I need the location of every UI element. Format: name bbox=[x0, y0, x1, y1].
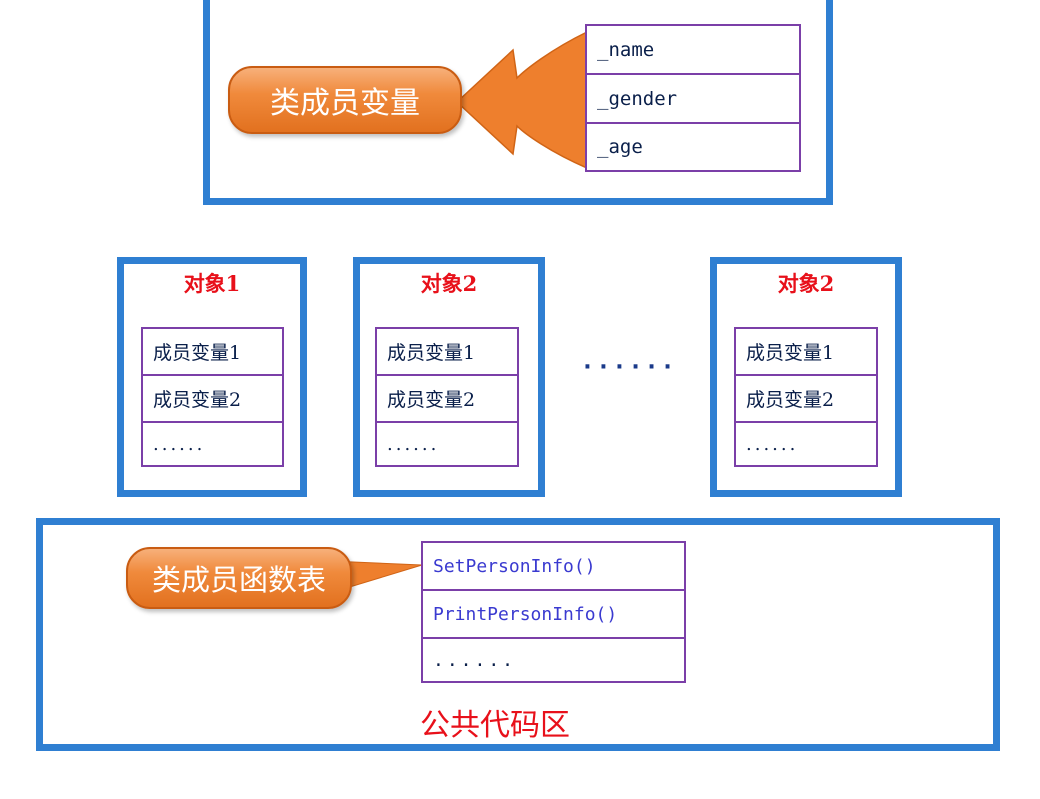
object-3-row-3-text: ...... bbox=[746, 433, 799, 455]
object-2-row-2: 成员变量2 bbox=[377, 376, 517, 423]
function-row-1-text: SetPersonInfo() bbox=[433, 555, 596, 577]
class-member-function-label: 类成员函数表 bbox=[151, 563, 326, 597]
object-3-row-3: ...... bbox=[736, 423, 876, 465]
object-3-row-2: 成员变量2 bbox=[736, 376, 876, 423]
member-variable-arrow bbox=[455, 30, 588, 170]
object-1-row-1: 成员变量1 bbox=[143, 329, 282, 376]
object-2-row-3-text: ...... bbox=[387, 433, 440, 455]
object-3-row-2-text: 成员变量2 bbox=[746, 389, 835, 411]
function-row-3-text: ...... bbox=[433, 649, 517, 671]
function-row-2: PrintPersonInfo() bbox=[423, 591, 684, 639]
object-3-row-1-text: 成员变量1 bbox=[746, 342, 835, 364]
function-table: SetPersonInfo() PrintPersonInfo() ...... bbox=[421, 541, 686, 683]
object-table-3: 成员变量1 成员变量2 ...... bbox=[734, 327, 878, 467]
class-member-table: _name _gender _age bbox=[585, 24, 801, 172]
object-1-row-1-text: 成员变量1 bbox=[153, 342, 242, 364]
object-1-row-3-text: ...... bbox=[153, 433, 206, 455]
object-title-2: 对象2 bbox=[420, 271, 478, 296]
function-row-2-text: PrintPersonInfo() bbox=[433, 603, 618, 625]
object-1-row-2-text: 成员变量2 bbox=[153, 389, 242, 411]
object-2-row-3: ...... bbox=[377, 423, 517, 465]
member-gender-text: _gender bbox=[597, 87, 678, 110]
class-member-function-callout: 类成员函数表 bbox=[126, 547, 352, 609]
object-title-1: 对象1 bbox=[183, 271, 241, 296]
object-table-1: 成员变量1 成员变量2 ...... bbox=[141, 327, 284, 467]
member-name-text: _name bbox=[597, 38, 655, 61]
object-1-row-3: ...... bbox=[143, 423, 282, 465]
function-row-1: SetPersonInfo() bbox=[423, 543, 684, 591]
function-row-3: ...... bbox=[423, 639, 684, 681]
member-row-name: _name bbox=[587, 26, 799, 75]
member-age-text: _age bbox=[597, 136, 643, 158]
objects-ellipsis: · · · · · · bbox=[583, 355, 672, 380]
member-row-age: _age bbox=[587, 124, 799, 170]
class-member-variable-label: 类成员变量 bbox=[270, 86, 420, 121]
common-code-region-label: 公共代码区 bbox=[420, 708, 570, 743]
member-row-gender: _gender bbox=[587, 75, 799, 124]
object-table-2: 成员变量1 成员变量2 ...... bbox=[375, 327, 519, 467]
object-2-row-1: 成员变量1 bbox=[377, 329, 517, 376]
object-3-row-1: 成员变量1 bbox=[736, 329, 876, 376]
object-1-row-2: 成员变量2 bbox=[143, 376, 282, 423]
class-member-variable-callout: 类成员变量 bbox=[228, 66, 462, 134]
object-2-row-2-text: 成员变量2 bbox=[387, 389, 476, 411]
object-title-3: 对象2 bbox=[777, 271, 835, 296]
object-2-row-1-text: 成员变量1 bbox=[387, 342, 476, 364]
